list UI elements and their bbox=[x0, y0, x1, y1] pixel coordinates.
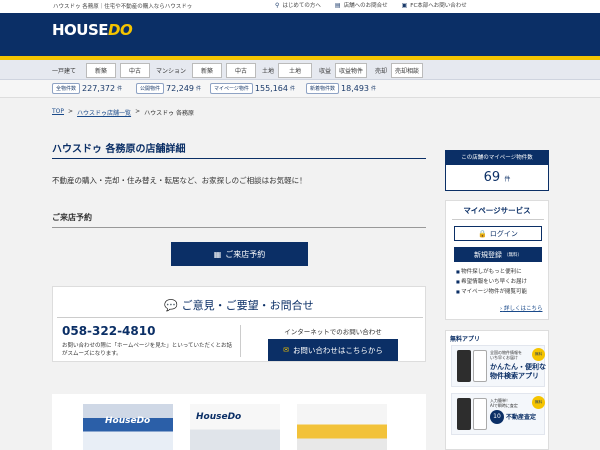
category-nav: 一戸建て 新築 中古 マンション 新築 中古 土地 土地 収益 収益物件 売却 … bbox=[0, 60, 600, 80]
phone-icon bbox=[473, 350, 487, 382]
nav-group-mansion: マンション 新築 中古 bbox=[156, 63, 257, 78]
app-heading: 無料アプリ bbox=[450, 336, 481, 343]
service-heading: マイページサービス bbox=[463, 206, 531, 215]
mypage-count: 69 件 bbox=[483, 170, 511, 185]
phone-note: お問い合わせの際に「ホームページを見た」といっていただくとお話がスムーズになりま… bbox=[62, 343, 232, 357]
store-photos: HouseDo HouseDo bbox=[52, 394, 426, 450]
nav-land-button[interactable]: 土地 bbox=[278, 63, 313, 78]
main-content: ハウスドゥ 各務原の店舗詳細 不動産の購入・売却・住み替え・転居など、お家探しの… bbox=[45, 126, 432, 450]
list-item: マイページ物件が閲覧可能 bbox=[456, 287, 527, 297]
login-button[interactable]: 🔒 ログイン bbox=[454, 226, 542, 241]
nav-mansion-used-button[interactable]: 中古 bbox=[226, 63, 257, 78]
mypage-count-box: この店舗のマイページ物件数 69 件 bbox=[445, 150, 549, 191]
stat-mypage: マイページ物件 155,164 件 bbox=[210, 83, 295, 94]
title-divider bbox=[52, 158, 426, 159]
chat-bubble-icon: 💬 bbox=[164, 299, 179, 312]
contact-title: 💬 ご意見・ご要望・お問合せ bbox=[164, 299, 314, 312]
photo-logo: HouseDo bbox=[196, 412, 242, 422]
nav-house-new-button[interactable]: 新築 bbox=[86, 63, 117, 78]
nav-mansion-new-button[interactable]: 新築 bbox=[192, 63, 223, 78]
breadcrumb-store-list[interactable]: ハウスドゥ店舗一覧 bbox=[77, 108, 131, 117]
site-tagline: ハウスドゥ 各務原｜住宅や不動産の購入ならハウスドゥ bbox=[53, 4, 193, 10]
list-item: 物件探しがもっと便利に bbox=[456, 267, 527, 277]
web-contact-button[interactable]: ✉ お問い合わせはこちらから bbox=[268, 339, 398, 361]
chevron-right-icon: › bbox=[500, 306, 503, 312]
stat-new: 新着物件数 18,493 件 bbox=[306, 83, 376, 94]
nav-group-sell: 売却 売却相談 bbox=[375, 63, 424, 78]
nav-group-land: 土地 土地 bbox=[262, 63, 313, 78]
document-icon: ▤ bbox=[334, 1, 341, 9]
contact-vertical-divider bbox=[240, 325, 241, 357]
nav-sell-button[interactable]: 売却相談 bbox=[391, 63, 424, 78]
map-pin-icon: ⚲ bbox=[275, 1, 280, 9]
envelope-icon: ✉ bbox=[283, 346, 289, 354]
breadcrumb-current: ハウスドゥ 各務原 bbox=[144, 110, 195, 117]
mypage-count-heading: この店舗のマイページ物件数 bbox=[446, 151, 548, 165]
visit-divider bbox=[52, 227, 426, 228]
nav-group-income: 収益 収益物件 bbox=[319, 63, 368, 78]
stat-all: 全物件数 227,372 件 bbox=[52, 83, 122, 94]
store-photo-interior[interactable]: HouseDo bbox=[190, 404, 280, 450]
building-icon: ▣ bbox=[401, 1, 408, 9]
service-feature-list: 物件探しがもっと便利に 希望情報をいち早くお届け マイページ物件が閲覧可能 bbox=[456, 267, 527, 297]
nav-income-button[interactable]: 収益物件 bbox=[335, 63, 368, 78]
more-details-link[interactable]: › 詳しくはこちら bbox=[500, 304, 542, 312]
phone-number[interactable]: 058-322-4810 bbox=[62, 324, 155, 338]
breadcrumb-top[interactable]: TOP bbox=[52, 108, 64, 117]
nav-house-used-button[interactable]: 中古 bbox=[120, 63, 151, 78]
top-link-beginners[interactable]: ⚲ はじめての方へ bbox=[275, 1, 321, 10]
phone-icon bbox=[457, 350, 471, 382]
intro-text: 不動産の購入・売却・住み替え・転居など、お家探しのご相談はお気軽に！ bbox=[52, 176, 307, 185]
page-title: ハウスドゥ 各務原の店舗詳細 bbox=[52, 144, 186, 155]
store-photo-kids-space[interactable] bbox=[297, 404, 387, 450]
free-badge: 無料 bbox=[532, 396, 545, 409]
free-badge: 無料 bbox=[532, 348, 545, 361]
housedo-logo[interactable]: HOUSEDO bbox=[52, 21, 133, 39]
top-link-fc-contact[interactable]: ▣ FC本部へお問い合わせ bbox=[401, 1, 467, 10]
breadcrumb: TOP > ハウスドゥ店舗一覧 > ハウスドゥ 各務原 bbox=[52, 108, 195, 117]
phone-icon bbox=[457, 398, 471, 430]
top-utility-bar: ハウスドゥ 各務原｜住宅や不動産の購入ならハウスドゥ ⚲ はじめての方へ ▤ 店舗へ… bbox=[0, 0, 600, 13]
service-divider bbox=[452, 219, 544, 220]
app-banner-search[interactable]: 全国の物件情報を いち早くお届け かんたん・便利な 物件検索アプリ 無料 bbox=[451, 345, 546, 387]
top-link-store-contact[interactable]: ▤ 店舗へのお問合せ bbox=[334, 1, 388, 10]
visit-reservation-button[interactable]: ▦ ご来店予約 bbox=[171, 242, 308, 266]
register-button[interactable]: 新規登録 （無料） bbox=[454, 247, 542, 262]
mypage-service-box: マイページサービス 🔒 ログイン 新規登録 （無料） 物件探しがもっと便利に 希… bbox=[445, 200, 549, 320]
store-icon: ▦ bbox=[213, 249, 222, 259]
lock-icon: 🔒 bbox=[478, 229, 487, 238]
photo-logo: HouseDo bbox=[105, 416, 151, 426]
free-app-box: 無料アプリ 全国の物件情報を いち早くお届け かんたん・便利な 物件検索アプリ … bbox=[445, 330, 549, 450]
nav-group-house: 一戸建て 新築 中古 bbox=[52, 63, 151, 78]
store-photo-exterior[interactable]: HouseDo bbox=[83, 404, 173, 450]
stat-public: 公開物件 72,249 件 bbox=[136, 83, 201, 94]
visit-heading: ご来店予約 bbox=[52, 213, 92, 222]
ten-seconds-badge: 10 bbox=[490, 410, 504, 424]
app-banner-appraisal[interactable]: 入力簡単！ AIで瞬時に査定 10 不動産査定 無料 bbox=[451, 393, 545, 435]
contact-box: 💬 ご意見・ご要望・お問合せ 058-322-4810 お問い合わせの際に「ホー… bbox=[52, 286, 426, 362]
phone-icon bbox=[473, 398, 487, 430]
web-contact-label: インターネットでのお問い合わせ bbox=[284, 328, 382, 336]
list-item: 希望情報をいち早くお届け bbox=[456, 277, 527, 287]
contact-divider bbox=[57, 317, 423, 318]
property-stats: 全物件数 227,372 件 公開物件 72,249 件 マイページ物件 155,164 件… bbox=[0, 80, 600, 98]
